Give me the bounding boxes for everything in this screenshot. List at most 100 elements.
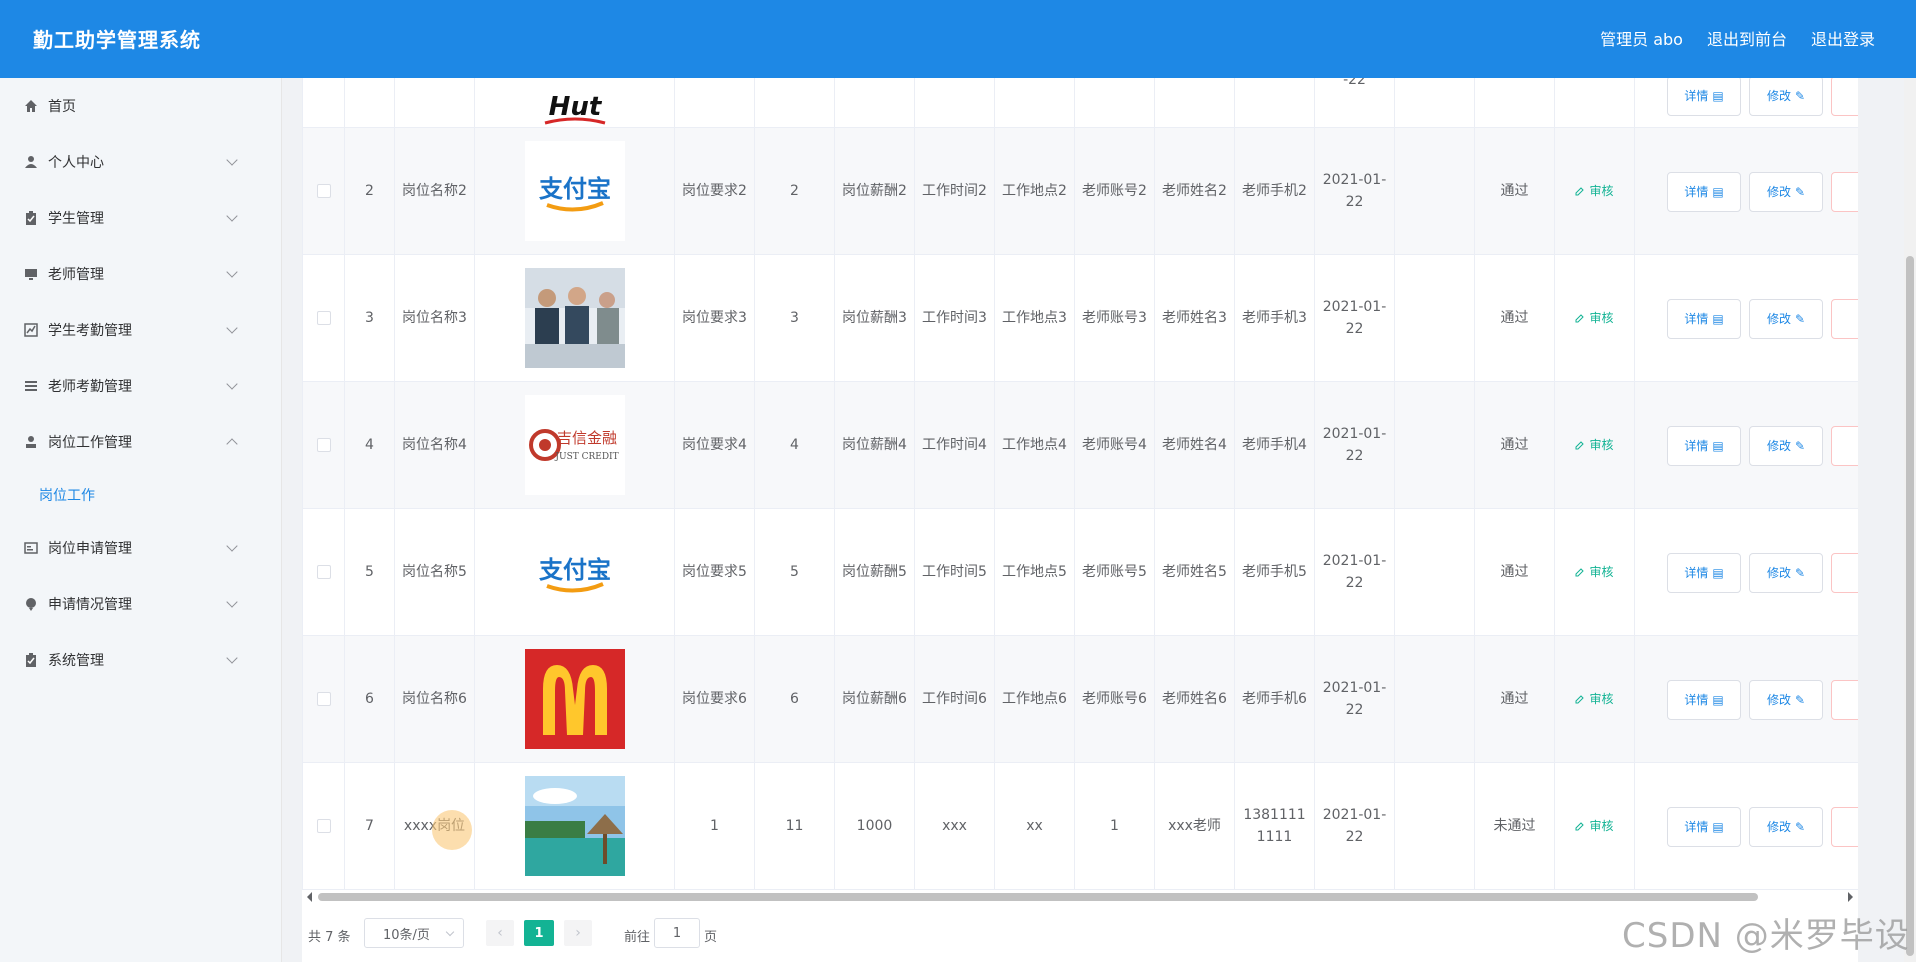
row-checkbox[interactable] <box>316 819 331 833</box>
cell-text: 岗位薪酬3 <box>842 310 907 326</box>
sidebar-item-0[interactable]: 首页 <box>0 78 282 134</box>
edit-button[interactable]: 修改 ✎ <box>1749 552 1823 593</box>
row-checkbox[interactable] <box>316 692 331 706</box>
svg-text:支付宝: 支付宝 <box>539 556 611 584</box>
table-cell-audit: 审核 <box>1555 509 1635 635</box>
row-checkbox[interactable] <box>316 438 331 452</box>
detail-button[interactable]: 详情 ▤ <box>1667 552 1741 593</box>
edit-button-label: 修改 <box>1766 438 1791 453</box>
table-cell-req: 1 <box>675 763 755 889</box>
table-cell-cb <box>303 509 345 635</box>
table-cell-t_phone: 老师手机3 <box>1235 255 1315 381</box>
cell-text: 通过 <box>1500 310 1529 326</box>
edit-button[interactable]: 修改 ✎ <box>1749 298 1823 339</box>
cell-text: 通过 <box>1500 564 1529 580</box>
table-cell-ops: 详情▤修改✎删 <box>1635 78 1858 127</box>
horizontal-scrollbar[interactable] <box>302 890 1858 904</box>
cursor-highlight <box>432 810 472 850</box>
cell-text: 工作地点4 <box>1002 437 1067 453</box>
cell-text: 老师手机5 <box>1242 564 1307 580</box>
detail-button[interactable]: 详情 ▤ <box>1667 171 1741 212</box>
audit-button[interactable]: 审核 <box>1575 434 1614 456</box>
sidebar-item-7[interactable]: 岗位申请管理 <box>0 520 282 576</box>
sidebar-item-6[interactable]: 岗位工作管理 <box>0 414 282 470</box>
list-icon <box>24 379 38 393</box>
next-page-button[interactable]: › <box>564 920 592 946</box>
cell-text: 老师账号5 <box>1082 564 1147 580</box>
delete-button[interactable]: 删 <box>1831 298 1858 339</box>
submenu-item-active[interactable]: 岗位工作 <box>0 470 282 520</box>
table-cell-no: 7 <box>345 763 395 889</box>
detail-button[interactable]: 详情 ▤ <box>1667 78 1741 116</box>
table-cell-img: 支付宝 <box>475 509 675 635</box>
detail-button[interactable]: 详情 ▤ <box>1667 679 1741 720</box>
vertical-scrollbar[interactable] <box>1904 78 1916 962</box>
page-size-select[interactable]: 10条/页 <box>364 918 464 948</box>
sidebar-item-5[interactable]: 老师考勤管理 <box>0 358 282 414</box>
edit-button[interactable]: 修改 ✎ <box>1749 78 1823 116</box>
audit-button[interactable]: 审核 <box>1575 307 1614 329</box>
sidebar-item-4[interactable]: 学生考勤管理 <box>0 302 282 358</box>
sidebar-item-9[interactable]: 系统管理 <box>0 632 282 688</box>
edit-button[interactable]: 修改 ✎ <box>1749 171 1823 212</box>
scroll-left-icon[interactable] <box>307 892 312 902</box>
table-cell-status: 未通过 <box>1475 763 1555 889</box>
audit-button[interactable]: 审核 <box>1575 180 1614 202</box>
audit-button[interactable]: 审核 <box>1575 815 1614 837</box>
table-cell-name: 岗位名称6 <box>395 636 475 762</box>
delete-button[interactable]: 删 <box>1831 679 1858 720</box>
table-cell-date: 2021-01-22 <box>1315 128 1395 254</box>
detail-button[interactable]: 详情 ▤ <box>1667 425 1741 466</box>
delete-button[interactable]: 删 <box>1831 425 1858 466</box>
vertical-scrollbar-thumb[interactable] <box>1906 256 1914 956</box>
table-cell-img <box>475 255 675 381</box>
table-cell-t_acc: 老师账号6 <box>1075 636 1155 762</box>
prev-page-button[interactable]: ‹ <box>486 920 514 946</box>
sidebar-item-1[interactable]: 个人中心 <box>0 134 282 190</box>
to-front-link[interactable]: 退出到前台 <box>1707 26 1787 50</box>
table-cell-salary: 岗位薪酬6 <box>835 636 915 762</box>
cell-text: 老师账号6 <box>1082 691 1147 707</box>
table-cell-t_acc: 老师账号4 <box>1075 382 1155 508</box>
table-cell-place: 工作地点5 <box>995 509 1075 635</box>
table-cell-t_name: 老师姓名6 <box>1155 636 1235 762</box>
edit-button[interactable]: 修改 ✎ <box>1749 425 1823 466</box>
table-cell-t_phone: 老师手机2 <box>1235 128 1315 254</box>
detail-button[interactable]: 详情 ▤ <box>1667 298 1741 339</box>
audit-button[interactable]: 审核 <box>1575 561 1614 583</box>
table-row: 2 岗位名称2 支付宝 岗位要求2 2 岗位薪酬2 工作时间2 工作地点2 老师账号2 老师姓名2… <box>303 128 1858 255</box>
edit-button[interactable]: 修改 ✎ <box>1749 806 1823 847</box>
detail-button[interactable]: 详情 ▤ <box>1667 806 1741 847</box>
delete-button[interactable]: 删 <box>1831 552 1858 593</box>
logout-link[interactable]: 退出登录 <box>1811 26 1875 50</box>
document-icon: ▤ <box>1712 819 1724 834</box>
pin-icon <box>24 597 38 611</box>
delete-button[interactable]: 删 <box>1831 171 1858 212</box>
edit-button[interactable]: 修改 ✎ <box>1749 679 1823 720</box>
cell-text: 6 <box>365 691 374 707</box>
table-cell-num: 4 <box>755 382 835 508</box>
sidebar-item-3[interactable]: 老师管理 <box>0 246 282 302</box>
row-checkbox[interactable] <box>316 565 331 579</box>
cell-text: 岗位要求4 <box>682 437 747 453</box>
cell-text: 岗位要求5 <box>682 564 747 580</box>
page-number-current[interactable]: 1 <box>524 920 554 946</box>
cell-text: xxx老师 <box>1168 818 1221 834</box>
admin-link[interactable]: 管理员 abo <box>1600 26 1683 50</box>
sidebar-item-2[interactable]: 学生管理 <box>0 190 282 246</box>
row-checkbox[interactable] <box>316 311 331 325</box>
watermark: CSDN @米罗毕设 <box>1622 916 1910 956</box>
goto-page-input[interactable]: 1 <box>654 918 700 948</box>
data-table: Hut-22详情▤修改✎删2岗位名称2支付宝岗位要求22岗位薪酬2工作时间2工作… <box>302 78 1858 890</box>
table-cell-num: 11 <box>755 763 835 889</box>
table-cell-t_name: 老师姓名2 <box>1155 128 1235 254</box>
scroll-right-icon[interactable] <box>1848 892 1853 902</box>
scrollbar-thumb[interactable] <box>318 893 1758 901</box>
row-checkbox[interactable] <box>316 184 331 198</box>
table-cell-cb <box>303 255 345 381</box>
delete-button[interactable]: 删 <box>1831 78 1858 116</box>
delete-button[interactable]: 删 <box>1831 806 1858 847</box>
cell-text: 通过 <box>1500 183 1529 199</box>
audit-button[interactable]: 审核 <box>1575 688 1614 710</box>
sidebar-item-8[interactable]: 申请情况管理 <box>0 576 282 632</box>
